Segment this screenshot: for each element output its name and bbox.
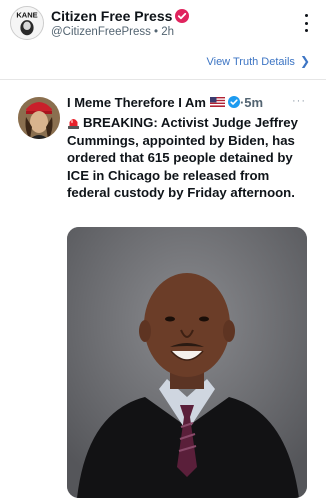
post-more-icon[interactable]: ···	[292, 95, 306, 107]
truth-details-label: View Truth Details	[206, 56, 295, 68]
post-author-name[interactable]: I Meme Therefore I Am	[67, 95, 206, 110]
author-avatar[interactable]: KANE	[10, 6, 44, 40]
more-options-icon[interactable]	[300, 14, 312, 32]
view-truth-details-link[interactable]: View Truth Details ❯	[206, 54, 310, 68]
post-author-avatar[interactable]	[18, 97, 60, 139]
author-name[interactable]: Citizen Free Press	[51, 8, 190, 24]
post-header-bar: KANE Citizen Free Press @CitizenFreePres…	[0, 0, 326, 48]
author-handle-time: @CitizenFreePress • 2h	[51, 26, 175, 38]
post-image[interactable]	[67, 227, 307, 498]
post-text: BREAKING: Activist Judge Jeffrey Cumming…	[67, 115, 298, 200]
police-siren-icon	[68, 119, 79, 129]
verified-badge-icon	[175, 9, 190, 23]
chevron-right-icon: ❯	[299, 54, 310, 68]
post-body: BREAKING: Activist Judge Jeffrey Cumming…	[67, 114, 312, 202]
post-time: ·5m	[239, 95, 264, 110]
divider	[0, 79, 326, 80]
svg-text:KANE: KANE	[16, 10, 37, 19]
avatar-portrait-icon	[18, 97, 60, 139]
kane-logo-icon: KANE	[11, 7, 43, 39]
portrait-photo	[67, 227, 307, 498]
us-flag-icon	[209, 97, 225, 107]
verified-badge-icon	[227, 96, 240, 108]
post-author-line: I Meme Therefore I Am ·5m	[67, 95, 263, 110]
